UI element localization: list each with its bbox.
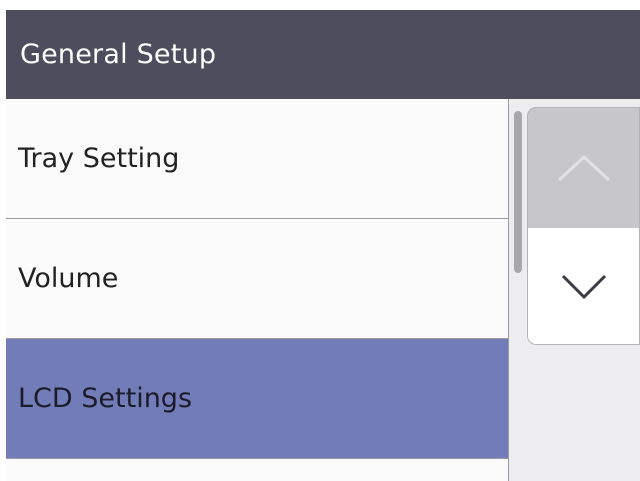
menu-item-partial[interactable] <box>6 459 508 481</box>
menu-item-label: LCD Settings <box>18 383 193 414</box>
menu-item-lcd-settings[interactable]: LCD Settings <box>6 339 508 458</box>
title-bar: General Setup <box>6 10 640 99</box>
scrollbar-thumb[interactable] <box>514 111 522 273</box>
scroll-down-button[interactable] <box>527 228 640 345</box>
menu-item-label: Tray Setting <box>18 143 180 174</box>
scroll-sidebar <box>509 99 640 481</box>
scroll-up-button[interactable] <box>527 107 640 228</box>
menu-item-volume[interactable]: Volume <box>6 219 508 338</box>
chevron-down-icon <box>559 271 609 301</box>
page-title: General Setup <box>20 39 217 70</box>
chevron-up-icon <box>554 151 614 185</box>
menu-item-label: Volume <box>18 263 119 294</box>
menu-list: Tray Setting Volume LCD Settings <box>6 99 508 481</box>
menu-item-tray-setting[interactable]: Tray Setting <box>6 99 508 218</box>
lcd-screen: General Setup Tray Setting Volume LCD Se… <box>6 10 640 481</box>
